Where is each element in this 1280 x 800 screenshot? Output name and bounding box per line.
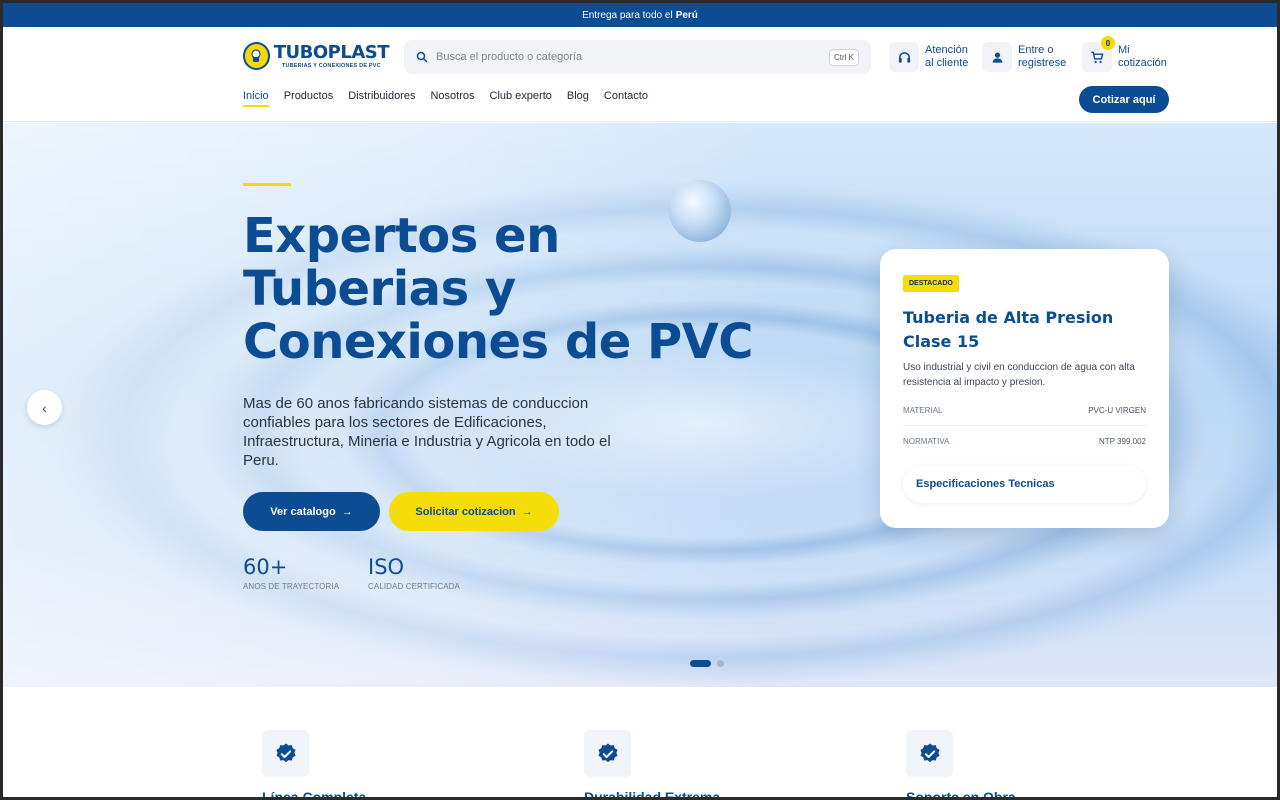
carousel-indicators bbox=[690, 660, 730, 667]
view-catalog-label: Ver catalogo bbox=[270, 505, 336, 518]
account-label-line1: Entre o bbox=[1018, 44, 1054, 56]
quote-cart-link[interactable]: 0 Mi cotización bbox=[1082, 36, 1167, 73]
support-label-line2: al cliente bbox=[925, 57, 969, 69]
nav-item-club-experto[interactable]: Club experto bbox=[490, 90, 552, 107]
spec-value: PVC-U VIRGEN bbox=[1088, 405, 1146, 415]
brand-logo[interactable]: TUBOPLAST TUBERIAS Y CONEXIONES DE PVC bbox=[243, 40, 390, 72]
carousel-dot-active[interactable] bbox=[690, 660, 711, 667]
cart-label-line2: cotización bbox=[1118, 57, 1167, 69]
verified-badge-icon bbox=[906, 730, 953, 777]
announcement-bar: Entrega para todo el Perú bbox=[3, 3, 1277, 27]
cart-label-line1: Mi bbox=[1118, 44, 1130, 56]
stat-label: ANOS DE TRAYECTORIA bbox=[243, 582, 340, 591]
hero-title-line: Expertos en bbox=[243, 208, 560, 264]
feature-title: Durabilidad Extrema bbox=[584, 789, 721, 797]
features-section: Línea Completa Durabilidad Extrema Sopor… bbox=[3, 687, 1277, 797]
site-header: TUBOPLAST TUBERIAS Y CONEXIONES DE PVC C… bbox=[3, 27, 1277, 122]
hero-title-line: Tuberias y bbox=[243, 261, 516, 317]
cart-count-badge: 0 bbox=[1101, 36, 1115, 50]
login-register-link[interactable]: Entre o registrese bbox=[982, 41, 1066, 73]
browser-viewport: Entrega para todo el Perú TUBOPLAST TUBE… bbox=[3, 3, 1277, 797]
arrow-right-icon: → bbox=[521, 505, 533, 518]
nav-item-inicio[interactable]: Inicio bbox=[243, 90, 269, 107]
featured-badge: DESTACADO bbox=[903, 275, 959, 292]
support-label-line1: Atención bbox=[925, 44, 968, 56]
feature-item: Soporte en Obra bbox=[906, 730, 1016, 797]
stat-iso: ISO CALIDAD CERTIFICADA bbox=[368, 555, 460, 591]
account-label-line2: registrese bbox=[1018, 57, 1067, 69]
stat-years: 60+ ANOS DE TRAYECTORIA bbox=[243, 555, 339, 591]
hero-carousel: Expertos en Tuberias y Conexiones de PVC… bbox=[3, 123, 1277, 687]
spec-label: MATERIAL bbox=[903, 405, 943, 415]
featured-product-description: Uso industrial y civil en conduccion de … bbox=[903, 362, 1135, 388]
stat-label: CALIDAD CERTIFICADA bbox=[368, 582, 460, 591]
search-bar[interactable]: Ctrl K bbox=[404, 40, 871, 74]
nav-item-contacto[interactable]: Contacto bbox=[604, 90, 648, 107]
stat-value: ISO bbox=[368, 555, 405, 579]
feature-title: Soporte en Obra bbox=[906, 789, 1016, 797]
feature-title: Línea Completa bbox=[262, 789, 367, 797]
logo-wordmark: TUBOPLAST bbox=[273, 41, 390, 63]
announcement-highlight: Perú bbox=[675, 9, 698, 21]
logo-mascot-icon bbox=[243, 42, 270, 70]
logo-tagline: TUBERIAS Y CONEXIONES DE PVC bbox=[281, 62, 381, 69]
featured-product-card: DESTACADO Tuberia de Alta Presion Clase … bbox=[880, 249, 1169, 528]
hero-description: Mas de 60 anos fabricando sistemas de co… bbox=[243, 395, 611, 469]
carousel-dot[interactable] bbox=[717, 660, 724, 667]
spec-row-material: MATERIAL PVC-U VIRGEN bbox=[903, 395, 1146, 425]
featured-product-title: Tuberia de Alta Presion Clase 15 bbox=[903, 308, 1114, 351]
verified-badge-icon bbox=[584, 730, 631, 777]
chevron-left-icon: ‹ bbox=[42, 399, 47, 416]
main-nav: Inicio Productos Distribuidores Nosotros… bbox=[243, 90, 663, 107]
search-input[interactable] bbox=[436, 51, 829, 63]
search-icon bbox=[416, 51, 428, 63]
feature-item: Línea Completa bbox=[262, 730, 366, 797]
nav-item-distribuidores[interactable]: Distribuidores bbox=[348, 90, 415, 107]
user-icon bbox=[982, 42, 1012, 72]
search-shortcut-hint: Ctrl K bbox=[829, 48, 859, 66]
headset-icon bbox=[889, 42, 919, 72]
announcement-text: Entrega para todo el bbox=[582, 9, 673, 21]
technical-specs-button[interactable]: Especificaciones Tecnicas bbox=[903, 465, 1146, 503]
view-catalog-button[interactable]: Ver catalogo → bbox=[243, 492, 380, 531]
spec-value: NTP 399.002 bbox=[1099, 436, 1146, 446]
nav-item-blog[interactable]: Blog bbox=[567, 90, 589, 107]
verified-badge-icon bbox=[262, 730, 309, 777]
feature-item: Durabilidad Extrema bbox=[584, 730, 720, 797]
carousel-prev-button[interactable]: ‹ bbox=[27, 390, 62, 425]
hero-title-line: Conexiones de PVC bbox=[243, 314, 754, 370]
stat-value: 60+ bbox=[243, 555, 288, 579]
cart-icon: 0 bbox=[1082, 36, 1115, 72]
cotizar-button[interactable]: Cotizar aquí bbox=[1079, 86, 1169, 113]
accent-line bbox=[243, 183, 291, 186]
spec-label: NORMATIVA bbox=[903, 436, 950, 446]
spec-row-normativa: NORMATIVA NTP 399.002 bbox=[903, 426, 1146, 456]
nav-item-productos[interactable]: Productos bbox=[284, 90, 334, 107]
arrow-right-icon: → bbox=[341, 505, 353, 518]
nav-item-nosotros[interactable]: Nosotros bbox=[430, 90, 474, 107]
request-quote-label: Solicitar cotizacion bbox=[415, 505, 516, 518]
customer-support-link[interactable]: Atención al cliente bbox=[889, 41, 968, 73]
request-quote-button[interactable]: Solicitar cotizacion → bbox=[389, 492, 559, 531]
hero-title: Expertos en Tuberias y Conexiones de PVC bbox=[243, 210, 763, 369]
